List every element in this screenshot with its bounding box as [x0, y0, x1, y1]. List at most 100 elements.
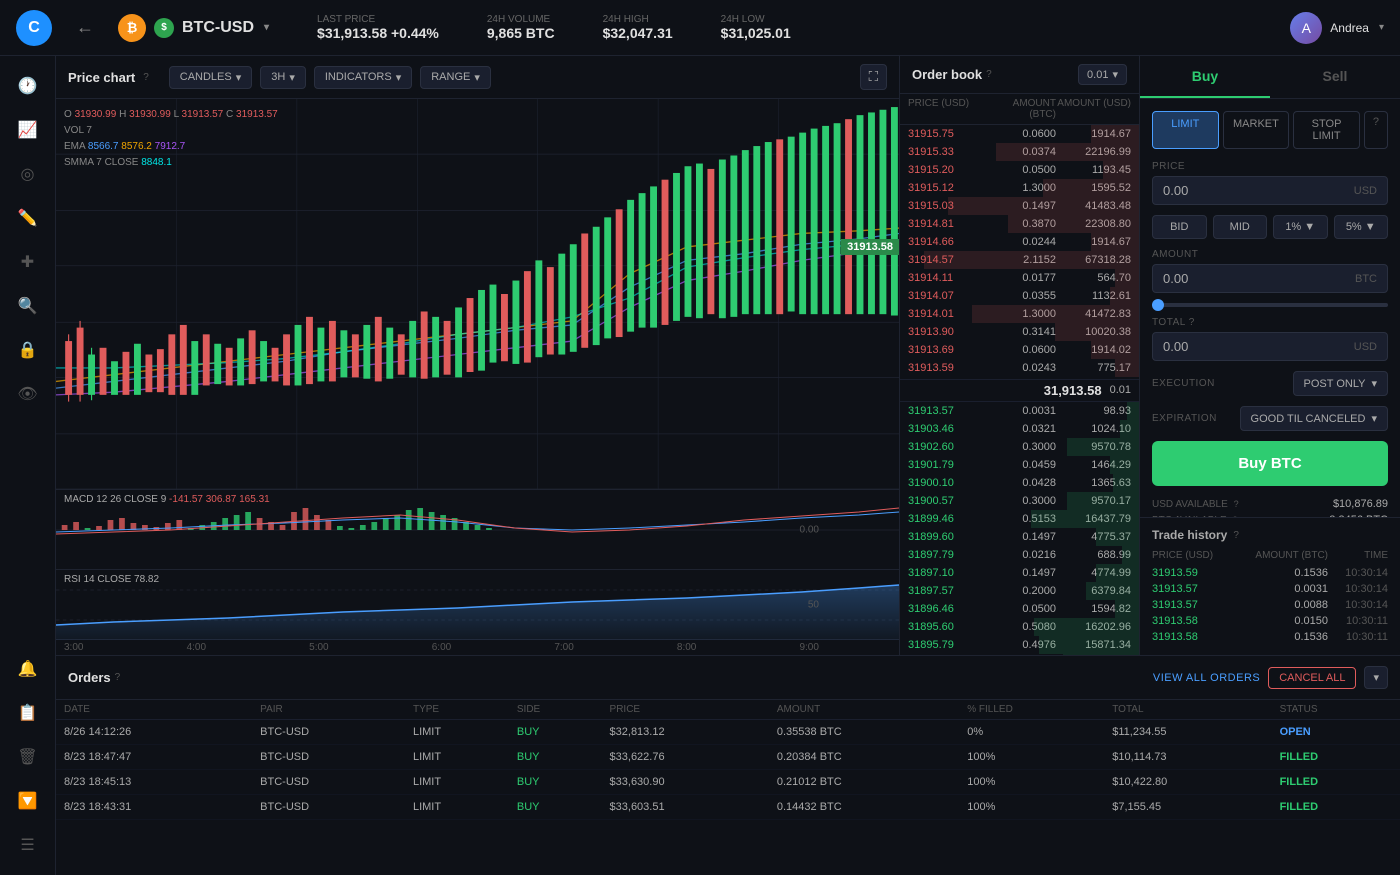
table-row[interactable]: 8/23 18:45:13 BTC-USD LIMIT BUY $33,630.… — [56, 770, 1400, 795]
sidebar-item-pencil[interactable]: ✏️ — [10, 200, 46, 236]
ob-bid-row[interactable]: 31897.57 0.2000 6379.84 — [900, 582, 1139, 600]
ob-ask-row[interactable]: 31914.66 0.0244 1914.67 — [900, 233, 1139, 251]
sidebar-item-dashboard[interactable]: 📋 — [10, 695, 46, 731]
orders-help-icon[interactable]: ? — [115, 672, 121, 683]
execution-selector[interactable]: POST ONLY ▾ — [1293, 371, 1388, 396]
ob-bid-row[interactable]: 31894.10 0.3120 993.43 — [900, 654, 1139, 656]
ob-ask-row[interactable]: 31914.01 1.3000 41472.83 — [900, 305, 1139, 323]
ob-ask-row[interactable]: 31915.20 0.0500 1193.45 — [900, 161, 1139, 179]
tab-sell[interactable]: Sell — [1270, 56, 1400, 98]
mid-btn[interactable]: MID — [1213, 215, 1268, 239]
order-date: 8/26 14:12:26 — [56, 720, 252, 745]
usd-help-icon[interactable]: ? — [1234, 499, 1239, 509]
ob-ask-row[interactable]: 31914.57 2.1152 67318.28 — [900, 251, 1139, 269]
order-total: $10,114.73 — [1104, 745, 1271, 770]
back-button[interactable]: ← — [76, 17, 94, 38]
total-help-icon[interactable]: ? — [1189, 317, 1195, 328]
market-btn[interactable]: MARKET — [1223, 111, 1290, 149]
collapse-orders-button[interactable]: ▾ — [1364, 666, 1388, 689]
cancel-all-button[interactable]: CANCEL ALL — [1268, 667, 1356, 689]
ob-bid-row[interactable]: 31913.57 0.0031 98.93 — [900, 402, 1139, 420]
pct1-btn[interactable]: 1% ▼ — [1273, 215, 1328, 239]
bid-amount: 0.0459 — [986, 459, 1056, 471]
pair-selector[interactable]: ₿ $ BTC-USD ▾ — [118, 14, 269, 42]
order-pair: BTC-USD — [252, 720, 405, 745]
ob-bid-row[interactable]: 31899.46 0.5153 16437.79 — [900, 510, 1139, 528]
indicators-label: INDICATORS — [325, 71, 392, 83]
ask-amount: 0.0243 — [986, 362, 1056, 374]
pair-chevron-icon: ▾ — [264, 22, 269, 33]
ob-bid-row[interactable]: 31896.46 0.0500 1594.82 — [900, 600, 1139, 618]
ob-bid-row[interactable]: 31897.10 0.1497 4774.99 — [900, 564, 1139, 582]
total-input[interactable]: 0.00 USD — [1152, 332, 1388, 361]
indicators-button[interactable]: INDICATORS ▾ — [314, 66, 412, 89]
sidebar-item-bell[interactable]: 🔔 — [10, 651, 46, 687]
range-button[interactable]: RANGE ▾ — [420, 66, 491, 89]
ob-bid-row[interactable]: 31903.46 0.0321 1024.10 — [900, 420, 1139, 438]
bid-amount: 0.3000 — [986, 495, 1056, 507]
limit-btn[interactable]: LIMIT — [1152, 111, 1219, 149]
ob-ask-row[interactable]: 31915.03 0.1497 41483.48 — [900, 197, 1139, 215]
table-row[interactable]: 8/23 18:43:31 BTC-USD LIMIT BUY $33,603.… — [56, 795, 1400, 820]
decimal-selector[interactable]: 0.01 ▾ — [1078, 64, 1127, 85]
ob-ask-row[interactable]: 31913.59 0.0243 775.17 — [900, 359, 1139, 377]
sidebar-item-eye[interactable]: 👁 — [10, 376, 46, 412]
ob-ask-row[interactable]: 31914.07 0.0355 1132.61 — [900, 287, 1139, 305]
sidebar-item-trash[interactable]: 🗑 — [10, 739, 46, 775]
ob-ask-row[interactable]: 31914.81 0.3870 22308.80 — [900, 215, 1139, 233]
order-type-help[interactable]: ? — [1364, 111, 1388, 149]
ob-bid-row[interactable]: 31895.79 0.4976 15871.34 — [900, 636, 1139, 654]
usd-available-label: USD AVAILABLE ? — [1152, 499, 1239, 510]
expiration-selector[interactable]: GOOD TIL CANCELED ▾ — [1240, 406, 1388, 431]
candles-button[interactable]: CANDLES ▾ — [169, 66, 253, 89]
table-row[interactable]: 8/26 14:12:26 BTC-USD LIMIT BUY $32,813.… — [56, 720, 1400, 745]
main-content: Price chart ? CANDLES ▾ 3H ▾ INDICATORS … — [56, 56, 1400, 875]
tab-buy[interactable]: Buy — [1140, 56, 1270, 98]
sidebar-item-zoom[interactable]: 🔍 — [10, 288, 46, 324]
sidebar-item-chart[interactable]: 📈 — [10, 112, 46, 148]
sidebar-item-cross[interactable]: ✚ — [10, 244, 46, 280]
chart-help-icon[interactable]: ? — [143, 72, 149, 83]
user-menu[interactable]: A Andrea ▾ — [1290, 12, 1384, 44]
ob-ask-row[interactable]: 31913.90 0.3141 10020.38 — [900, 323, 1139, 341]
slider-thumb[interactable] — [1152, 299, 1164, 311]
sidebar-item-collapse[interactable]: 🔽 — [10, 783, 46, 819]
table-row[interactable]: 8/23 18:47:47 BTC-USD LIMIT BUY $33,622.… — [56, 745, 1400, 770]
ob-bid-row[interactable]: 31900.10 0.0428 1365.63 — [900, 474, 1139, 492]
th-col-headers: PRICE (USD) AMOUNT (BTC) TIME — [1152, 550, 1388, 561]
ob-ask-row[interactable]: 31914.11 0.0177 564.70 — [900, 269, 1139, 287]
ob-bid-row[interactable]: 31900.57 0.3000 9570.17 — [900, 492, 1139, 510]
price-input[interactable]: 0.00 USD — [1152, 176, 1388, 205]
order-pair: BTC-USD — [252, 770, 405, 795]
sidebar-item-circle[interactable]: ◎ — [10, 156, 46, 192]
orders-table: DATE PAIR TYPE SIDE PRICE AMOUNT % FILLE… — [56, 700, 1400, 820]
sidebar-item-menu[interactable]: ☰ — [10, 827, 46, 863]
time-4: 4:00 — [187, 642, 206, 653]
ob-bid-row[interactable]: 31902.60 0.3000 9570.78 — [900, 438, 1139, 456]
ob-bid-row[interactable]: 31901.79 0.0459 1464.29 — [900, 456, 1139, 474]
interval-button[interactable]: 3H ▾ — [260, 66, 306, 89]
orderbook-help-icon[interactable]: ? — [986, 69, 992, 80]
bid-price: 31897.79 — [908, 549, 986, 561]
ob-ask-row[interactable]: 31913.69 0.0600 1914.02 — [900, 341, 1139, 359]
sidebar-item-lock[interactable]: 🔒 — [10, 332, 46, 368]
pct5-btn[interactable]: 5% ▼ — [1334, 215, 1389, 239]
orders-tbody: 8/26 14:12:26 BTC-USD LIMIT BUY $32,813.… — [56, 720, 1400, 820]
stop-limit-btn[interactable]: STOP LIMIT — [1293, 111, 1360, 149]
ob-ask-row[interactable]: 31915.33 0.0374 22196.99 — [900, 143, 1139, 161]
ob-bid-row[interactable]: 31899.60 0.1497 4775.37 — [900, 528, 1139, 546]
buy-button[interactable]: Buy BTC — [1152, 441, 1388, 486]
sidebar-item-home[interactable]: 🕐 — [10, 68, 46, 104]
bid-btn[interactable]: BID — [1152, 215, 1207, 239]
ob-ask-row[interactable]: 31915.12 1.3000 1595.52 — [900, 179, 1139, 197]
expand-button[interactable]: ⛶ — [860, 64, 887, 90]
trade-history-help-icon[interactable]: ? — [1233, 530, 1239, 541]
ob-bid-row[interactable]: 31897.79 0.0216 688.99 — [900, 546, 1139, 564]
ob-bid-row[interactable]: 31895.60 0.5080 16202.96 — [900, 618, 1139, 636]
amount-input[interactable]: 0.00 BTC — [1152, 264, 1388, 293]
app-logo: C — [16, 10, 52, 46]
ob-ask-row[interactable]: 31915.75 0.0600 1914.67 — [900, 125, 1139, 143]
amount-slider[interactable] — [1152, 303, 1388, 307]
view-all-orders-button[interactable]: VIEW ALL ORDERS — [1153, 672, 1260, 684]
col-date: DATE — [56, 700, 252, 720]
